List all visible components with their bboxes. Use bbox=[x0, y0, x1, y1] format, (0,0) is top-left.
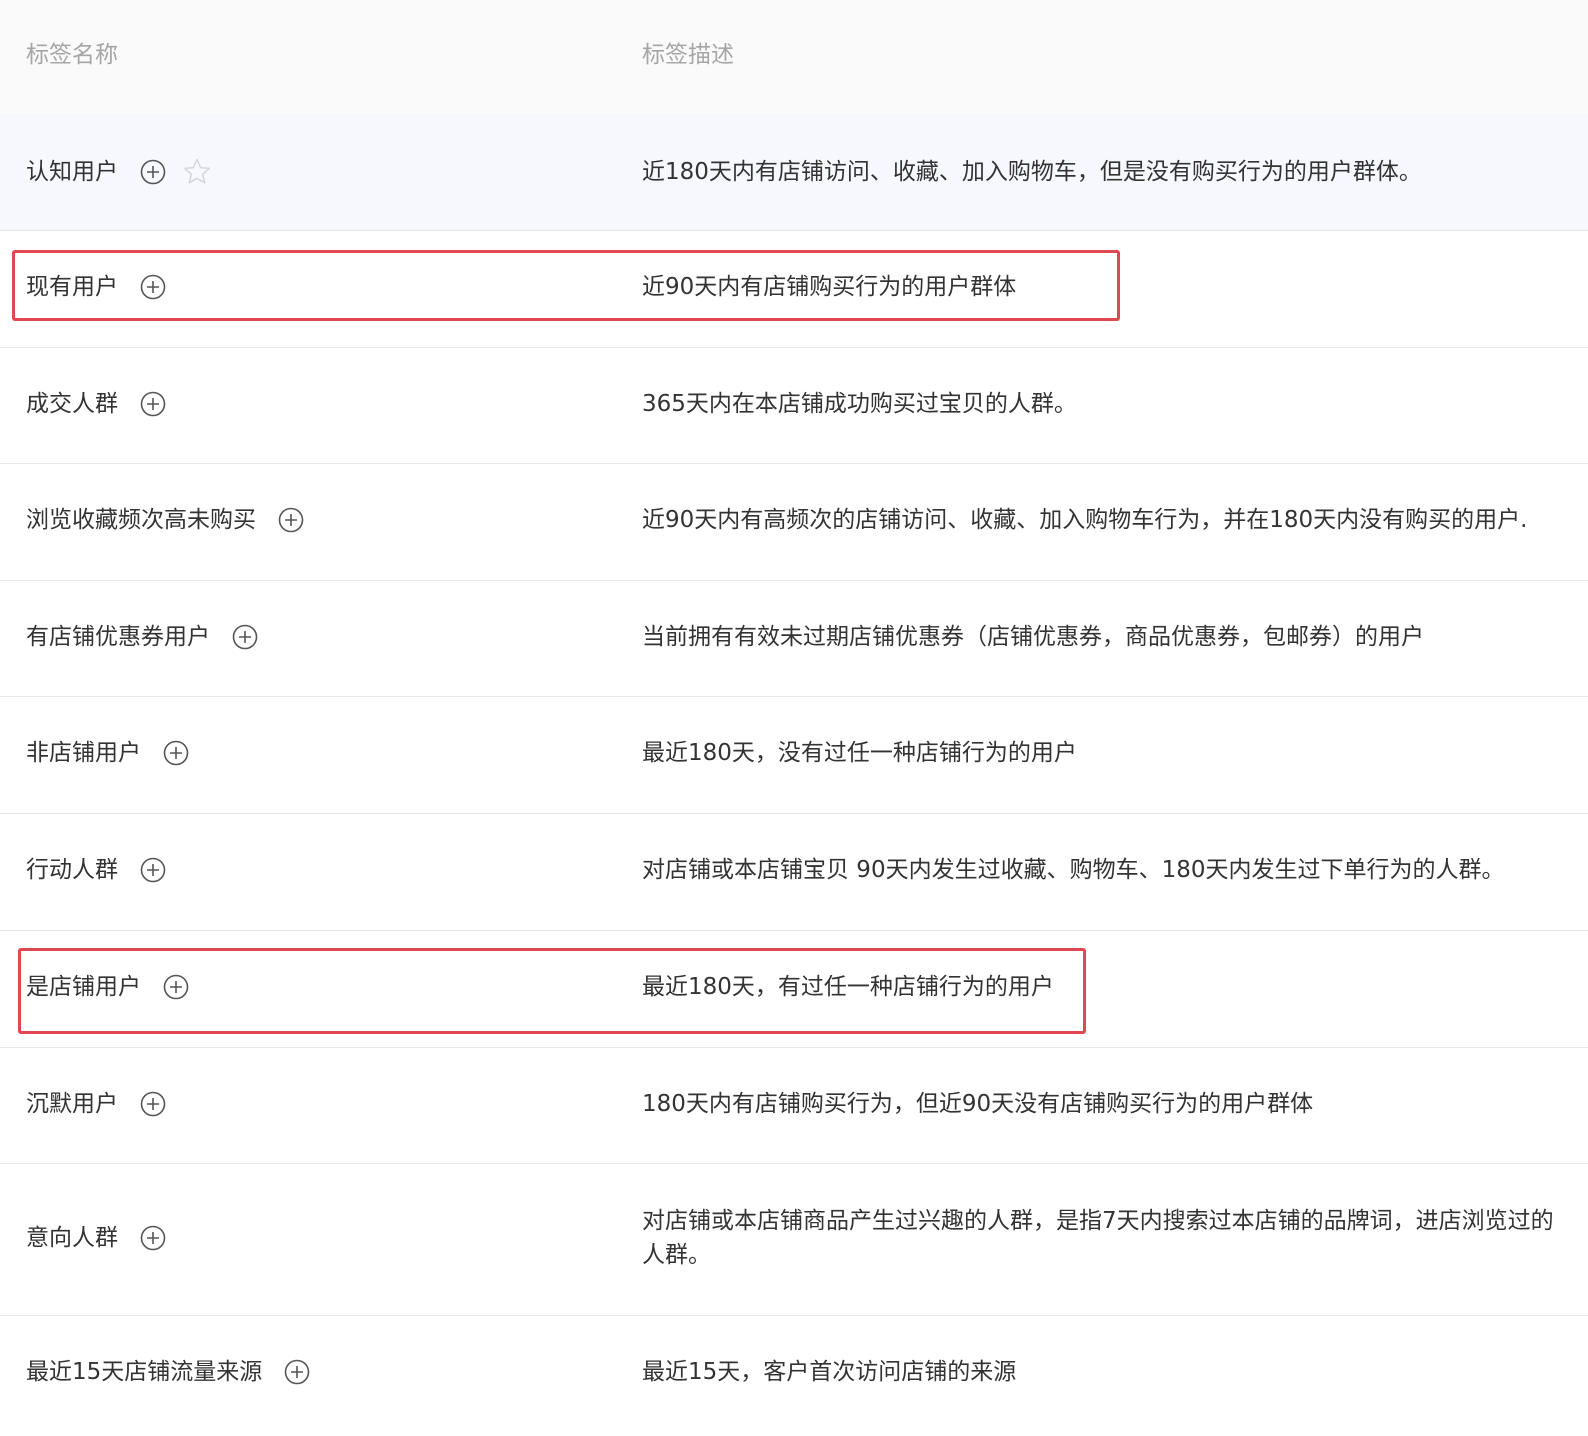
tag-name-cell: 是店铺用户 bbox=[26, 970, 189, 1004]
tag-name-cell: 行动人群 bbox=[26, 853, 166, 887]
plus-circle-icon[interactable] bbox=[284, 1359, 310, 1385]
table-row: 最近15天店铺流量来源 最近15天，客户首次访问店铺的来源 bbox=[0, 1316, 1588, 1436]
tag-name-cell: 沉默用户 bbox=[26, 1087, 166, 1121]
table-header: 标签名称 标签描述 bbox=[0, 0, 1588, 114]
plus-circle-icon[interactable] bbox=[140, 1091, 166, 1117]
table-row: 沉默用户 180天内有店铺购买行为，但近90天没有店铺购买行为的用户群体 bbox=[0, 1048, 1588, 1164]
tag-description: 180天内有店铺购买行为，但近90天没有店铺购买行为的用户群体 bbox=[642, 1091, 1314, 1117]
column-header-tag-name: 标签名称 bbox=[26, 42, 118, 68]
plus-circle-icon[interactable] bbox=[163, 740, 189, 766]
tag-name-cell: 现有用户 bbox=[26, 270, 166, 304]
tag-description: 365天内在本店铺成功购买过宝贝的人群。 bbox=[642, 391, 1077, 417]
tag-description: 当前拥有有效未过期店铺优惠券（店铺优惠券，商品优惠券，包邮券）的用户 bbox=[642, 624, 1424, 650]
plus-circle-icon[interactable] bbox=[140, 159, 166, 185]
tag-description: 近180天内有店铺访问、收藏、加入购物车，但是没有购买行为的用户群体。 bbox=[642, 159, 1422, 185]
plus-circle-icon[interactable] bbox=[232, 624, 258, 650]
tag-name: 浏览收藏频次高未购买 bbox=[26, 507, 256, 533]
tag-description: 最近180天，有过任一种店铺行为的用户 bbox=[642, 974, 1054, 1000]
tag-description: 对店铺或本店铺宝贝 90天内发生过收藏、购物车、180天内发生过下单行为的人群。 bbox=[642, 857, 1505, 883]
tag-description: 最近180天，没有过任一种店铺行为的用户 bbox=[642, 740, 1077, 766]
plus-circle-icon[interactable] bbox=[140, 274, 166, 300]
table-row: 行动人群 对店铺或本店铺宝贝 90天内发生过收藏、购物车、180天内发生过下单行… bbox=[0, 814, 1588, 931]
tag-name: 认知用户 bbox=[26, 159, 118, 185]
tag-name: 行动人群 bbox=[26, 857, 118, 883]
tag-description: 对店铺或本店铺商品产生过兴趣的人群，是指7天内搜索过本店铺的品牌词，进店浏览过的… bbox=[642, 1208, 1554, 1268]
table-row: 浏览收藏频次高未购买 近90天内有高频次的店铺访问、收藏、加入购物车行为，并在1… bbox=[0, 464, 1588, 581]
star-outline-icon[interactable] bbox=[182, 157, 212, 187]
tag-name: 现有用户 bbox=[26, 274, 118, 300]
tag-name: 成交人群 bbox=[26, 391, 118, 417]
tag-name-cell: 成交人群 bbox=[26, 387, 166, 421]
plus-circle-icon[interactable] bbox=[163, 974, 189, 1000]
table-row: 有店铺优惠券用户 当前拥有有效未过期店铺优惠券（店铺优惠券，商品优惠券，包邮券）… bbox=[0, 581, 1588, 697]
tag-name-cell: 非店铺用户 bbox=[26, 736, 189, 770]
plus-circle-icon[interactable] bbox=[140, 857, 166, 883]
table-row: 意向人群 对店铺或本店铺商品产生过兴趣的人群，是指7天内搜索过本店铺的品牌词，进… bbox=[0, 1164, 1588, 1316]
tag-name: 有店铺优惠券用户 bbox=[26, 624, 210, 650]
table-row: 认知用户 近180天内有店铺访问、收藏、加入购物车，但是没有购买行为的用户群体。 bbox=[0, 114, 1588, 231]
tag-name-cell: 浏览收藏频次高未购买 bbox=[26, 503, 304, 537]
tag-name-cell: 认知用户 bbox=[26, 155, 212, 189]
tag-name: 最近15天店铺流量来源 bbox=[26, 1359, 263, 1385]
tag-name: 非店铺用户 bbox=[26, 740, 141, 766]
plus-circle-icon[interactable] bbox=[278, 507, 304, 533]
tag-name-cell: 意向人群 bbox=[26, 1221, 166, 1255]
table-row: 成交人群 365天内在本店铺成功购买过宝贝的人群。 bbox=[0, 348, 1588, 464]
tag-name-cell: 最近15天店铺流量来源 bbox=[26, 1355, 310, 1389]
tag-description: 最近15天，客户首次访问店铺的来源 bbox=[642, 1359, 1017, 1385]
table-row: 现有用户 近90天内有店铺购买行为的用户群体 bbox=[0, 231, 1588, 348]
table-row: 是店铺用户 最近180天，有过任一种店铺行为的用户 bbox=[0, 931, 1588, 1048]
column-header-tag-description: 标签描述 bbox=[642, 42, 734, 68]
plus-circle-icon[interactable] bbox=[140, 391, 166, 417]
tag-description: 近90天内有高频次的店铺访问、收藏、加入购物车行为，并在180天内没有购买的用户… bbox=[642, 507, 1528, 533]
tag-name: 沉默用户 bbox=[26, 1091, 118, 1117]
tag-name-cell: 有店铺优惠券用户 bbox=[26, 620, 258, 654]
tag-table: 标签名称 标签描述 认知用户 近180天内有店铺访问、收藏、加入购物车，但是没有… bbox=[0, 0, 1588, 1436]
tag-name: 意向人群 bbox=[26, 1225, 118, 1251]
tag-description: 近90天内有店铺购买行为的用户群体 bbox=[642, 274, 1017, 300]
tag-name: 是店铺用户 bbox=[26, 974, 141, 1000]
table-row: 非店铺用户 最近180天，没有过任一种店铺行为的用户 bbox=[0, 697, 1588, 814]
plus-circle-icon[interactable] bbox=[140, 1225, 166, 1251]
